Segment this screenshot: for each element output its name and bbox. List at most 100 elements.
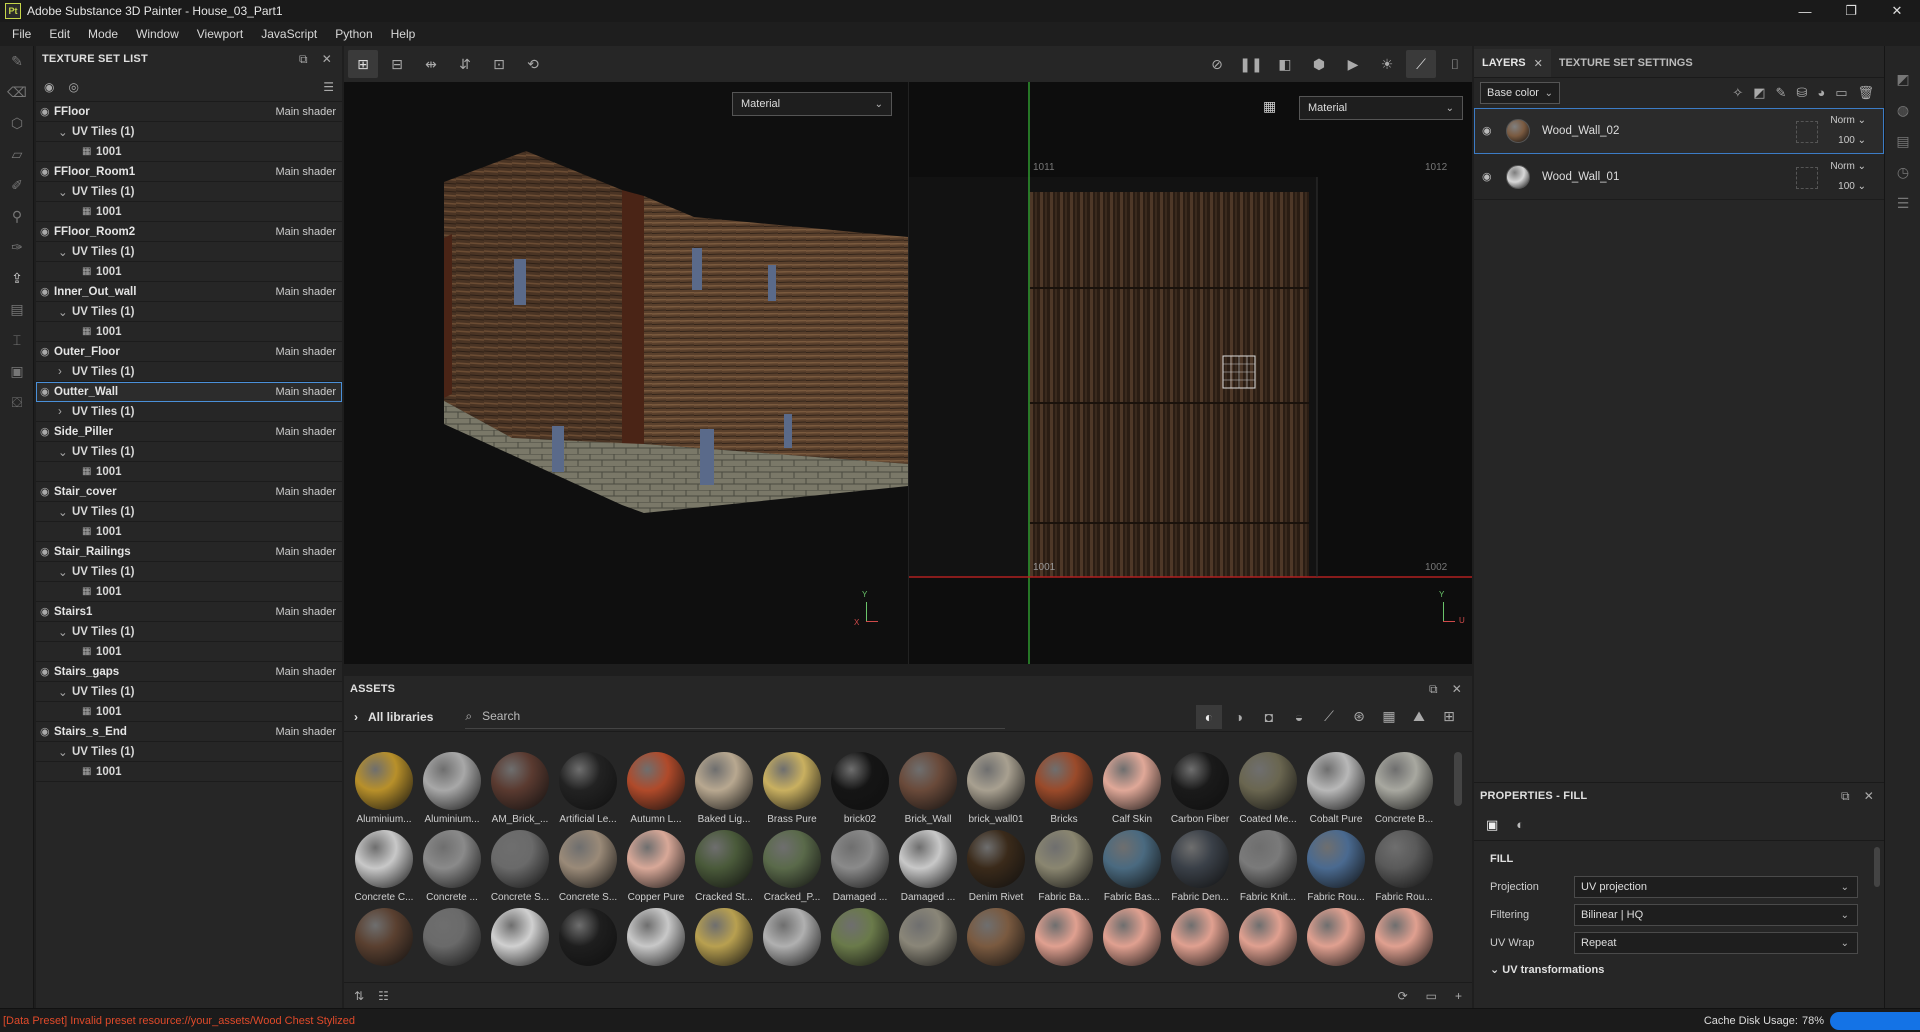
texture-set-row[interactable]: ◉ Stairs_gaps Main shader: [36, 662, 342, 682]
status-message[interactable]: [Data Preset] Invalid preset resource://…: [0, 1015, 355, 1027]
split-view-icon[interactable]: ◧: [1270, 50, 1300, 78]
display-settings-icon[interactable]: ▣: [0, 356, 34, 387]
add-mask-icon[interactable]: ◩: [1753, 85, 1765, 101]
chevron-right-icon[interactable]: ›: [58, 406, 72, 418]
texture-set-row[interactable]: ◉ Stairs_s_End Main shader: [36, 722, 342, 742]
asset-thumbnail[interactable]: Bricks: [1030, 752, 1098, 830]
filter-filters-icon[interactable]: ◒: [1286, 705, 1312, 729]
uv-tiles-row[interactable]: ⌄ UV Tiles (1): [36, 502, 342, 522]
shader-name[interactable]: Main shader: [275, 666, 342, 678]
asset-thumbnail[interactable]: brick_wall01: [962, 752, 1030, 830]
viewport-3d[interactable]: Material ⌄ Y X: [344, 82, 908, 664]
asset-thumbnail[interactable]: Fabric Rou...: [1370, 830, 1438, 908]
asset-thumbnail[interactable]: [758, 908, 826, 972]
uv-tiles-row[interactable]: ⌄ UV Tiles (1): [36, 242, 342, 262]
filter-masks-icon[interactable]: ◘: [1256, 705, 1282, 729]
asset-thumbnail[interactable]: Concrete S...: [486, 830, 554, 908]
menu-edit[interactable]: Edit: [40, 27, 79, 41]
asset-thumbnail[interactable]: Fabric Ba...: [1030, 830, 1098, 908]
chevron-down-icon[interactable]: ⌄: [58, 125, 72, 139]
shader-settings-icon[interactable]: ⛋: [0, 387, 34, 418]
mask-slot[interactable]: [1796, 121, 1818, 143]
texture-set-row[interactable]: ◉ Side_Piller Main shader: [36, 422, 342, 442]
shader-name[interactable]: Main shader: [275, 286, 342, 298]
asset-thumbnail[interactable]: [1370, 908, 1438, 972]
asset-thumbnail[interactable]: [486, 908, 554, 972]
uv-tiles-row[interactable]: › UV Tiles (1): [36, 362, 342, 382]
asset-thumbnail[interactable]: Cobalt Pure: [1302, 752, 1370, 830]
asset-thumbnail[interactable]: Calf Skin: [1098, 752, 1166, 830]
asset-thumbnail[interactable]: Concrete B...: [1370, 752, 1438, 830]
channel-select[interactable]: Base color ⌄: [1480, 82, 1560, 104]
chevron-right-icon[interactable]: ›: [58, 366, 72, 378]
asset-thumbnail[interactable]: Damaged ...: [826, 830, 894, 908]
library-selector[interactable]: › All libraries: [354, 710, 433, 724]
refresh-icon[interactable]: ⟳: [1398, 989, 1408, 1003]
blend-mode-select[interactable]: Norm ⌄: [1830, 161, 1866, 172]
asset-thumbnail[interactable]: [1166, 908, 1234, 972]
folder-icon[interactable]: ▭: [1426, 989, 1437, 1003]
visibility-all-icon[interactable]: ◉: [44, 80, 54, 94]
polygon-fill-tool-icon[interactable]: ▱: [0, 139, 34, 170]
camera-icon[interactable]: ▶: [1338, 50, 1368, 78]
asset-thumbnail[interactable]: Artificial Le...: [554, 752, 622, 830]
shader-name[interactable]: Main shader: [275, 726, 342, 738]
menu-mode[interactable]: Mode: [79, 27, 127, 41]
asset-thumbnail[interactable]: Baked Lig...: [690, 752, 758, 830]
menu-python[interactable]: Python: [326, 27, 381, 41]
paint-brush-tool-icon[interactable]: ✎: [0, 46, 34, 77]
uv-tiles-row[interactable]: ⌄ UV Tiles (1): [36, 682, 342, 702]
projection-tool-icon[interactable]: ⬡: [0, 108, 34, 139]
filter-brushes-icon[interactable]: ⟋: [1316, 705, 1342, 729]
tab-layers[interactable]: LAYERS ✕: [1474, 49, 1551, 77]
measure-icon[interactable]: ⌶: [0, 325, 34, 356]
chevron-down-icon[interactable]: ⌄: [58, 445, 72, 459]
uv-tile-row[interactable]: ▦ 1001: [36, 642, 342, 662]
asset-thumbnail[interactable]: [1302, 908, 1370, 972]
history-icon[interactable]: ◷: [1885, 157, 1920, 188]
assets-search-input[interactable]: ⌕ Search: [465, 705, 1006, 729]
opacity-field[interactable]: 100 ⌄: [1838, 181, 1866, 192]
texture-set-row[interactable]: ◉ Stairs1 Main shader: [36, 602, 342, 622]
clone-tool-icon[interactable]: ⚲: [0, 201, 34, 232]
texture-set-row[interactable]: ◉ FFloor_Room2 Main shader: [36, 222, 342, 242]
uv-tiles-row[interactable]: ⌄ UV Tiles (1): [36, 622, 342, 642]
asset-thumbnail[interactable]: [690, 908, 758, 972]
uv-tiles-row[interactable]: ⌄ UV Tiles (1): [36, 182, 342, 202]
log-icon[interactable]: ☰: [1885, 188, 1920, 219]
asset-thumbnail[interactable]: Brick_Wall: [894, 752, 962, 830]
asset-thumbnail[interactable]: Damaged ...: [894, 830, 962, 908]
smudge-tool-icon[interactable]: ✐: [0, 170, 34, 201]
menu-help[interactable]: Help: [382, 27, 425, 41]
eye-icon[interactable]: ◉: [40, 485, 54, 498]
asset-thumbnail[interactable]: Cracked St...: [690, 830, 758, 908]
add-icon[interactable]: +: [1455, 989, 1462, 1003]
assets-scrollbar[interactable]: [1454, 752, 1462, 806]
eye-icon[interactable]: ◉: [40, 425, 54, 438]
lighting-icon[interactable]: ☀: [1372, 50, 1402, 78]
layer-row[interactable]: ◉ Wood_Wall_02 Norm ⌄ 100 ⌄: [1474, 108, 1884, 154]
asset-thumbnail[interactable]: [1030, 908, 1098, 972]
shader-name[interactable]: Main shader: [275, 486, 342, 498]
viewer-settings-icon[interactable]: ◩: [1885, 64, 1920, 95]
blend-mode-select[interactable]: Norm ⌄: [1830, 115, 1866, 126]
uv-transformations-section[interactable]: ⌄ UV transformations: [1474, 957, 1884, 976]
close-tab-icon[interactable]: ✕: [1534, 57, 1543, 70]
asset-thumbnail[interactable]: Concrete S...: [554, 830, 622, 908]
uv-tile-row[interactable]: ▦ 1001: [36, 522, 342, 542]
asset-thumbnail[interactable]: Copper Pure: [622, 830, 690, 908]
uv-wrap-select[interactable]: Repeat ⌄: [1574, 932, 1858, 954]
uv-tiles-row[interactable]: ⌄ UV Tiles (1): [36, 442, 342, 462]
fill-properties-icon[interactable]: ▣: [1486, 817, 1498, 833]
asset-thumbnail[interactable]: [622, 908, 690, 972]
uv-tile-row[interactable]: ▦ 1001: [36, 202, 342, 222]
asset-thumbnail[interactable]: brick02: [826, 752, 894, 830]
texture-set-row[interactable]: ◉ Stair_Railings Main shader: [36, 542, 342, 562]
add-effect-icon[interactable]: ✧: [1732, 85, 1743, 101]
texture-set-row[interactable]: ◉ Inner_Out_wall Main shader: [36, 282, 342, 302]
material-properties-icon[interactable]: ◐: [1516, 817, 1524, 832]
tab-texture-set-settings[interactable]: TEXTURE SET SETTINGS: [1551, 49, 1701, 77]
export-icon[interactable]: ⇪: [0, 263, 34, 294]
shader-name[interactable]: Main shader: [275, 426, 342, 438]
asset-thumbnail[interactable]: Concrete ...: [418, 830, 486, 908]
